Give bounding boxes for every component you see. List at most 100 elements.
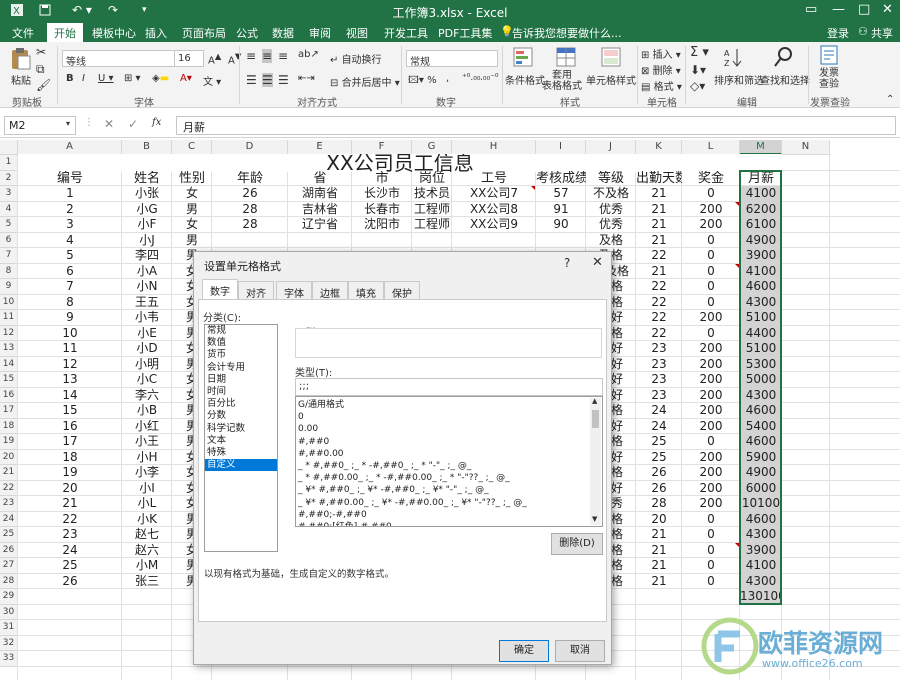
- data-cell[interactable]: 男: [172, 233, 212, 249]
- row-header[interactable]: 3: [0, 186, 18, 202]
- invoice-check-button[interactable]: 发票 查验: [819, 68, 839, 90]
- ribbon-display-icon[interactable]: ▭: [805, 2, 817, 17]
- data-cell[interactable]: 200: [682, 465, 740, 481]
- data-cell[interactable]: 10100: [740, 496, 782, 512]
- column-header[interactable]: M: [740, 140, 782, 155]
- data-cell[interactable]: 小韦: [122, 310, 172, 326]
- row-header[interactable]: 29: [0, 589, 18, 605]
- align-top-icon[interactable]: ≡: [246, 49, 256, 63]
- header-cell[interactable]: 市: [352, 171, 412, 187]
- comment-indicator[interactable]: [735, 542, 739, 547]
- row-header[interactable]: 6: [0, 232, 18, 248]
- data-cell[interactable]: 0: [682, 543, 740, 559]
- data-cell[interactable]: 21: [636, 217, 682, 233]
- fill-color-icon[interactable]: ◈▬: [152, 73, 169, 84]
- category-item[interactable]: 分数: [205, 410, 277, 422]
- data-cell[interactable]: 工程师: [412, 202, 452, 218]
- data-cell[interactable]: 赵六: [122, 543, 172, 559]
- data-cell[interactable]: 3900: [740, 542, 782, 558]
- data-cell[interactable]: 4900: [740, 232, 782, 248]
- row-header[interactable]: 32: [0, 635, 18, 651]
- data-cell[interactable]: 0: [682, 248, 740, 264]
- tab-file[interactable]: 文件: [12, 25, 34, 41]
- data-cell[interactable]: 22: [636, 295, 682, 311]
- dialog-close-button[interactable]: ✕: [592, 255, 603, 270]
- column-header[interactable]: B: [122, 140, 172, 155]
- data-cell[interactable]: 24: [636, 419, 682, 435]
- data-cell[interactable]: 0: [682, 326, 740, 342]
- tab-insert[interactable]: 插入: [145, 25, 167, 41]
- data-cell[interactable]: 11: [18, 341, 122, 357]
- data-cell[interactable]: 0: [682, 233, 740, 249]
- font-size-select[interactable]: 16: [174, 50, 204, 67]
- data-cell[interactable]: 小红: [122, 419, 172, 435]
- row-header[interactable]: 8: [0, 263, 18, 279]
- copy-icon[interactable]: ⧉: [36, 62, 45, 77]
- type-list[interactable]: G/通用格式 0 0.00 #,##0 #,##0.00 _ * #,##0_ ;_ * …: [295, 396, 603, 527]
- data-cell[interactable]: 26: [18, 574, 122, 590]
- data-cell[interactable]: 15: [18, 403, 122, 419]
- data-cell[interactable]: 22: [636, 310, 682, 326]
- data-cell[interactable]: 25: [18, 558, 122, 574]
- data-cell[interactable]: 200: [682, 419, 740, 435]
- data-cell[interactable]: 小N: [122, 279, 172, 295]
- data-cell[interactable]: 李六: [122, 388, 172, 404]
- data-cell[interactable]: 0: [682, 574, 740, 590]
- data-cell[interactable]: 200: [682, 388, 740, 404]
- category-list[interactable]: 常规 数值 货币 会计专用 日期 时间 百分比 分数 科学记数 文本 特殊 自定义: [204, 324, 278, 552]
- currency-icon[interactable]: 🖾▾ %: [408, 73, 437, 90]
- data-cell[interactable]: 张三: [122, 574, 172, 590]
- tab-border[interactable]: 边框: [312, 281, 348, 300]
- header-cell[interactable]: 考核成绩: [536, 171, 586, 187]
- data-cell[interactable]: 辽宁省: [288, 217, 352, 233]
- row-header[interactable]: 28: [0, 573, 18, 589]
- data-cell[interactable]: 28: [636, 496, 682, 512]
- data-cell[interactable]: 16: [18, 419, 122, 435]
- data-cell[interactable]: 4100: [740, 558, 782, 574]
- data-cell[interactable]: 小明: [122, 357, 172, 373]
- tab-number[interactable]: 数字: [202, 279, 238, 300]
- font-color-icon[interactable]: A▾: [180, 73, 192, 84]
- align-bottom-icon[interactable]: ≡: [278, 49, 288, 63]
- data-cell[interactable]: 0: [682, 186, 740, 202]
- data-cell[interactable]: 21: [636, 558, 682, 574]
- column-header[interactable]: I: [536, 140, 586, 155]
- data-cell[interactable]: 3: [18, 217, 122, 233]
- align-center-icon[interactable]: ☰: [262, 73, 273, 87]
- data-cell[interactable]: 王五: [122, 295, 172, 311]
- data-cell[interactable]: 26: [212, 186, 288, 202]
- data-cell[interactable]: 24: [636, 403, 682, 419]
- header-cell[interactable]: 年龄: [212, 171, 288, 187]
- data-cell[interactable]: 小D: [122, 341, 172, 357]
- format-type-item[interactable]: #,##0: [296, 436, 602, 448]
- row-header[interactable]: 31: [0, 620, 18, 636]
- collapse-ribbon-icon[interactable]: ⌃: [886, 94, 894, 105]
- data-cell[interactable]: 5400: [740, 418, 782, 434]
- align-right-icon[interactable]: ☰: [278, 73, 289, 87]
- cell-styles-icon[interactable]: [600, 46, 622, 71]
- data-cell[interactable]: XX公司8: [452, 202, 536, 218]
- data-cell[interactable]: 26: [636, 465, 682, 481]
- data-cell[interactable]: 14: [18, 388, 122, 404]
- format-type-item[interactable]: _ ¥* #,##0_ ;_ ¥* -#,##0_ ;_ ¥* "-"_ ;_ …: [296, 484, 602, 496]
- tab-data[interactable]: 数据: [272, 25, 294, 41]
- data-cell[interactable]: 3900: [740, 248, 782, 264]
- row-header[interactable]: 19: [0, 434, 18, 450]
- formula-input[interactable]: 月薪: [176, 116, 896, 135]
- data-cell[interactable]: 25: [636, 434, 682, 450]
- data-cell[interactable]: 小L: [122, 496, 172, 512]
- column-header[interactable]: C: [172, 140, 212, 155]
- border-icon[interactable]: ⊞ ▾: [124, 73, 141, 84]
- data-cell[interactable]: 4600: [740, 279, 782, 295]
- data-cell[interactable]: 优秀: [586, 202, 636, 218]
- data-cell[interactable]: 吉林省: [288, 202, 352, 218]
- data-cell[interactable]: 23: [636, 357, 682, 373]
- delete-format-button[interactable]: 删除(D): [551, 533, 603, 555]
- data-cell[interactable]: 男: [172, 202, 212, 218]
- data-cell[interactable]: 21: [636, 264, 682, 280]
- data-cell[interactable]: 200: [682, 496, 740, 512]
- row-header[interactable]: 23: [0, 496, 18, 512]
- data-cell[interactable]: 小F: [122, 217, 172, 233]
- data-cell[interactable]: 小C: [122, 372, 172, 388]
- category-item[interactable]: 百分比: [205, 398, 277, 410]
